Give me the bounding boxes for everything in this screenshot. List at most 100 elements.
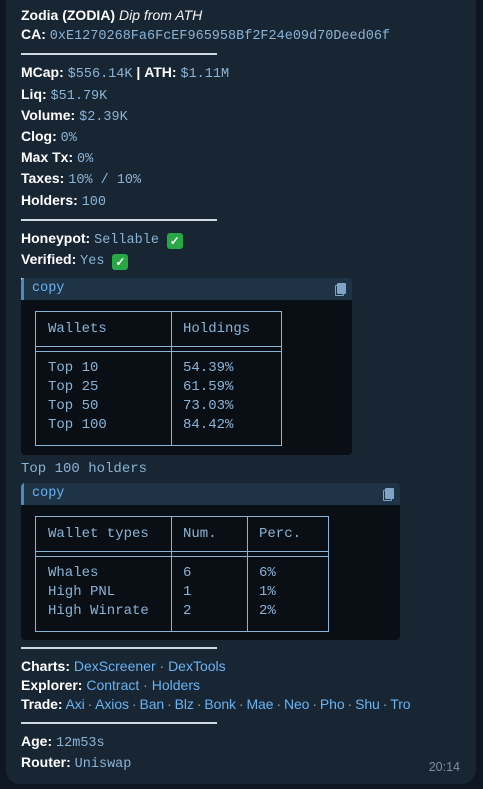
table-cell: High PNL (48, 584, 116, 600)
table-cell: 1 (183, 584, 192, 600)
link-holders[interactable]: Holders (152, 677, 200, 693)
honeypot-line: Honeypot: Sellable ✓ (21, 229, 471, 250)
table-cell: 73.03% (183, 398, 234, 414)
copy-icon[interactable] (383, 488, 394, 501)
link-trade-axi[interactable]: Axi (65, 696, 84, 712)
link-trade-neo[interactable]: Neo (284, 696, 309, 712)
router-label: Router: (21, 753, 71, 770)
taxes-line: Taxes: 10% / 10% (21, 169, 471, 190)
table-cell: 6% (259, 565, 276, 581)
table-cell: Top 50 (48, 398, 99, 414)
ath-value[interactable]: $1.11M (180, 67, 229, 82)
explorer-line: Explorer: Contract · Holders (21, 676, 473, 695)
dot-separator: · (238, 696, 244, 713)
divider (21, 218, 217, 221)
table-cell: 61.59% (183, 379, 234, 395)
token-title-line: Zodia (ZODIA) Dip from ATH (21, 6, 471, 25)
link-trade-blz[interactable]: Blz (175, 696, 194, 712)
liq-value[interactable]: $51.79K (51, 89, 108, 104)
holders-value[interactable]: 100 (82, 195, 106, 210)
link-trade-axios[interactable]: Axios (95, 696, 129, 712)
message-body: Zodia (ZODIA) Dip from ATH CA: 0xE127026… (21, 6, 471, 288)
code-language-label: copy (32, 486, 65, 501)
table-header-holdings: Holdings (183, 321, 251, 337)
table-cell: 54.39% (183, 360, 234, 376)
table-cell: Whales (48, 565, 99, 581)
table-header-wallet-types: Wallet types (48, 526, 149, 542)
verified-label: Verified: (21, 251, 77, 268)
table-cell: Top 25 (48, 379, 99, 395)
table-header-perc: Perc. (259, 526, 302, 542)
dot-separator: · (87, 696, 93, 713)
table-cell: 2% (259, 603, 276, 619)
honeypot-label: Honeypot: (21, 229, 91, 246)
table-cell: 84.42% (183, 417, 234, 433)
holdings-code-block: copy Wallets Holdings Top 10 54.39% Top … (21, 278, 352, 455)
table-cell: 1% (259, 584, 276, 600)
liq-line: Liq: $51.79K (21, 85, 471, 106)
pipe-separator: | (136, 64, 141, 81)
holders-line: Holders: 100 (21, 191, 471, 212)
code-language-label: copy (32, 281, 65, 296)
table-cell: Top 10 (48, 360, 99, 376)
top-holders-link[interactable]: Top 100 holders (21, 460, 147, 479)
check-mark-icon: ✓ (166, 232, 183, 249)
divider (21, 647, 217, 649)
link-trade-shu[interactable]: Shu (355, 696, 380, 712)
divider (21, 53, 217, 56)
clog-label: Clog: (21, 128, 57, 145)
dot-separator: · (131, 696, 137, 713)
message-timestamp: 20:14 (428, 760, 460, 774)
clog-value[interactable]: 0% (61, 131, 77, 146)
contract-address[interactable]: 0xE1270268Fa6FcEF965958Bf2F24e09d70Deed0… (50, 29, 390, 44)
dot-separator: · (382, 696, 388, 713)
link-dexscreener[interactable]: DexScreener (74, 658, 156, 674)
link-trade-pho[interactable]: Pho (320, 696, 345, 712)
honeypot-value[interactable]: Sellable (94, 233, 159, 248)
dot-separator: · (347, 696, 353, 713)
dot-separator: · (276, 696, 281, 713)
charts-label: Charts: (21, 658, 71, 674)
copy-icon[interactable] (335, 283, 346, 296)
liq-label: Liq: (21, 85, 47, 102)
token-tag: Dip from ATH (119, 7, 203, 23)
explorer-label: Explorer: (21, 677, 83, 694)
link-dextools[interactable]: DexTools (168, 658, 226, 674)
check-mark-icon: ✓ (112, 254, 129, 271)
dot-separator: · (159, 658, 165, 674)
table-cell: 6 (183, 565, 192, 581)
charts-line: Charts: DexScreener · DexTools (21, 657, 473, 676)
maxtx-value[interactable]: 0% (77, 152, 93, 167)
dot-separator: · (312, 696, 317, 713)
ca-label: CA: (21, 26, 46, 43)
link-trade-tro[interactable]: Tro (390, 696, 410, 712)
age-label: Age: (21, 732, 53, 749)
table-cell: 2 (183, 603, 192, 619)
volume-line: Volume: $2.39K (21, 106, 471, 127)
verified-line: Verified: Yes ✓ (21, 250, 471, 271)
wallet-types-table: Wallet types Num. Perc. Whales 6 6% High… (35, 516, 329, 632)
router-line: Router: Uniswap (21, 753, 473, 774)
holders-label: Holders: (21, 191, 78, 208)
taxes-label: Taxes: (21, 170, 65, 187)
router-value[interactable]: Uniswap (75, 757, 132, 772)
link-contract[interactable]: Contract (86, 677, 139, 693)
mcap-line: MCap: $556.14K | ATH: $1.11M (21, 63, 471, 84)
volume-value[interactable]: $2.39K (79, 110, 128, 125)
links-section: Charts: DexScreener · DexTools Explorer:… (21, 645, 473, 774)
divider (21, 721, 217, 724)
age-value[interactable]: 12m53s (56, 736, 105, 751)
token-name: Zodia (ZODIA) (21, 7, 116, 23)
link-trade-bonk[interactable]: Bonk (204, 696, 236, 712)
link-trade-ban[interactable]: Ban (139, 696, 164, 712)
taxes-value[interactable]: 10% / 10% (68, 173, 141, 188)
table-header-wallets: Wallets (48, 321, 107, 337)
dot-separator: · (167, 696, 172, 713)
ath-label: ATH: (144, 64, 177, 81)
mcap-value[interactable]: $556.14K (68, 67, 133, 82)
age-line: Age: 12m53s (21, 732, 473, 753)
mcap-label: MCap: (21, 64, 64, 81)
link-trade-mae[interactable]: Mae (246, 696, 273, 712)
verified-value[interactable]: Yes (80, 254, 104, 269)
volume-label: Volume: (21, 106, 76, 123)
